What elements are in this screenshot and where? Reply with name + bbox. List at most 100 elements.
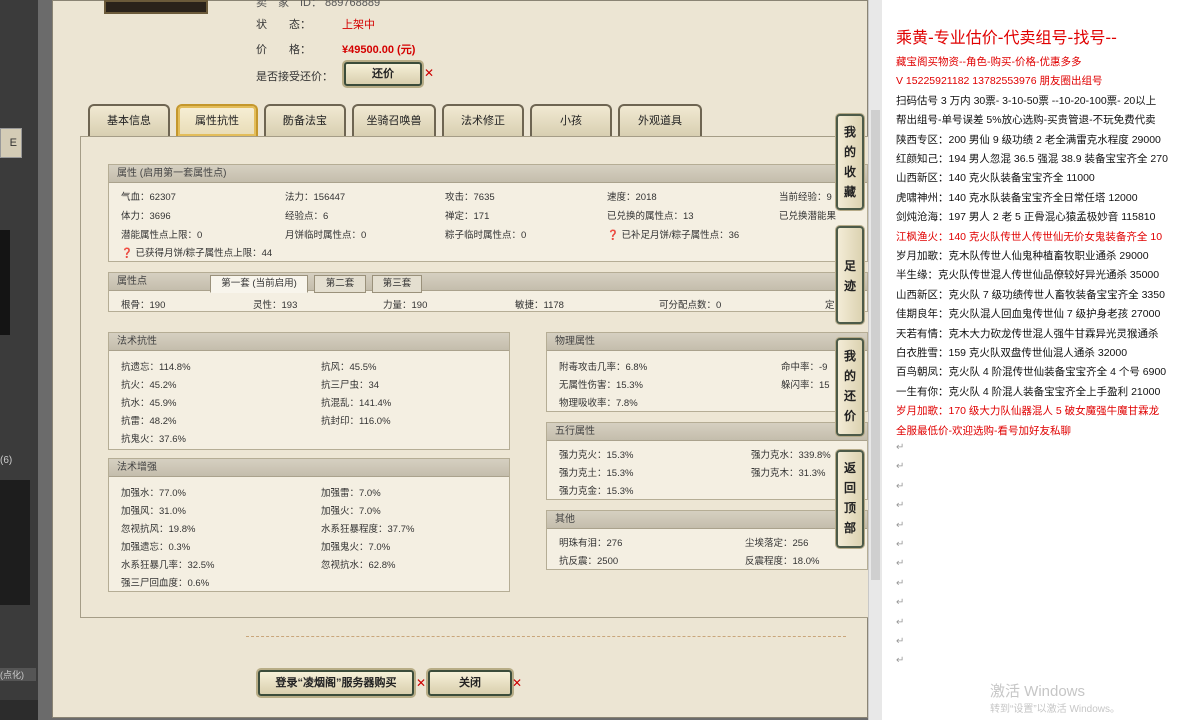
doc-line: 全服最低价-欢迎选购-看号加好友私聊 [896, 424, 1071, 437]
price-value: ¥49500.00 (元) [342, 44, 416, 56]
stat-cell: 强力克土：15.3% [559, 468, 634, 479]
paragraph-mark-icon: ↵ [896, 461, 905, 473]
stat-cell: 反震程度：18.0% [745, 556, 820, 567]
tab-mount-summon[interactable]: 坐骑召唤兽 [352, 104, 436, 136]
attr-cell: 法力：156447 [285, 192, 346, 203]
paragraph-mark-icon: ↵ [896, 519, 905, 531]
paragraph-mark-icon: ↵ [896, 636, 905, 647]
my-favorites-button[interactable]: 我的收藏 [836, 114, 864, 210]
doc-line: 红颜知己：194 男人忽混 36.5 强混 38.9 装备宝宝齐全 270 [896, 153, 1168, 165]
activation-watermark: 激活 Windows [990, 683, 1086, 700]
stat-cell: 抗火：45.2% [121, 380, 177, 391]
doc-line: 白衣胜雪：159 克火队双盘传世仙混人通杀 32000 [896, 347, 1128, 359]
close-icon[interactable]: ✕ [424, 66, 434, 80]
attr-cell: 体力：3696 [121, 211, 171, 222]
stat-cell: 忽视抗水：62.8% [321, 560, 396, 571]
stat-cell: 抗雷：48.2% [121, 416, 177, 427]
point-cell: 定 [825, 300, 835, 311]
background-image [0, 230, 10, 335]
close-icon[interactable]: ✕ [512, 676, 522, 690]
doc-line: V 15225921182 13782553976 朋友圈出组号 [896, 75, 1103, 88]
spell-resistance-panel: 法术抗性 抗遗忘：114.8% 抗火：45.2% 抗水：45.9% 抗雷：48.… [108, 332, 510, 450]
doc-line: 岁月加歌：170 级大力队仙器混人 5 破女魔强牛魔甘霖龙 [896, 405, 1160, 418]
vertical-scrollbar[interactable] [868, 0, 882, 720]
back-to-top-button[interactable]: 返回顶部 [836, 450, 864, 548]
point-cell: 可分配点数：0 [659, 300, 722, 311]
stat-cell: 抗三尸虫：34 [321, 380, 380, 391]
price-label: 价 格： [256, 44, 311, 56]
stat-cell: 抗混乱：141.4% [321, 398, 392, 409]
background-tab[interactable]: E [0, 128, 22, 158]
close-button[interactable]: 关闭 [428, 670, 512, 696]
stat-cell: 无属性伤害：15.3% [559, 380, 643, 391]
help-icon[interactable]: ❓ [607, 230, 619, 241]
tab-child[interactable]: 小孩 [530, 104, 612, 136]
stat-cell: 抗反震：2500 [559, 556, 619, 567]
my-counter-offers-button[interactable]: 我的还价 [836, 338, 864, 436]
counter-offer-button[interactable]: 还价 [344, 62, 422, 86]
tab-appearance-items[interactable]: 外观道具 [618, 104, 702, 136]
attr-cell: 经验点：6 [285, 211, 329, 222]
tab-equipment-treasure[interactable]: 防备法宝 [264, 104, 346, 136]
buy-on-server-button[interactable]: 登录“凌烟阁”服务器购买 [258, 670, 414, 696]
stat-cell: 明珠有泪：276 [559, 538, 623, 549]
close-icon[interactable]: ✕ [416, 676, 426, 690]
doc-line: 半生缘：克火队传世混人传世仙品僚较好异光通杀 35000 [896, 269, 1160, 282]
panel-header: 物理属性 [547, 333, 867, 351]
paragraph-mark-icon: ↵ [896, 616, 905, 628]
doc-line: 岁月加歌：克木队传世人仙鬼种植畜牧职业通杀 29000 [896, 250, 1149, 262]
activation-watermark-hint: 转到“设置”以激活 Windows。 [990, 704, 1121, 715]
subtab-set-3[interactable]: 第三套 [372, 275, 422, 293]
point-cell: 力量：190 [383, 300, 428, 311]
background-footer [0, 700, 38, 720]
tab-spell-correction[interactable]: 法术修正 [442, 104, 524, 136]
background-window-strip: E (6) (点化) [0, 0, 38, 720]
attr-cell: ❓ 已补足月饼/粽子属性点：36 [607, 230, 740, 241]
background-count: (6) [0, 455, 13, 466]
attr-cell: 粽子临时属性点：0 [445, 230, 527, 241]
stat-cell: 抗水：45.9% [121, 398, 177, 409]
doc-line: 陕西专区：200 男仙 9 级功绩 2 老全满雷克水程度 29000 [896, 133, 1161, 146]
stat-cell: 加强火：7.0% [321, 506, 381, 517]
panel-header: 属性 (启用第一套属性点) [109, 165, 867, 183]
seller-id-partial: 卖 家 ID： 889768889 [256, 0, 381, 9]
stat-cell: 强力克火：15.3% [559, 450, 634, 461]
text-document: 乘黄-专业估价-代卖组号-找号-- 藏宝阁买物资--角色-购买-价格-优惠多多 V… [882, 0, 1188, 720]
stat-cell: 尘埃落定：256 [745, 538, 809, 549]
doc-line: 天若有情：克木大力砍龙传世混人强牛甘霖异光灵猴通杀 [896, 327, 1159, 340]
panel-header: 五行属性 [547, 423, 867, 441]
tab-attributes-resistance[interactable]: 属性抗性 [176, 104, 258, 136]
stat-cell: 物理吸收率：7.8% [559, 398, 638, 409]
doc-line: 剑炖沧海：197 男人 2 老 5 正骨混心猿孟极妙音 115810 [896, 211, 1156, 224]
panel-header: 法术增强 [109, 459, 509, 477]
doc-line: 虎啸神州：140 克水队装备宝宝齐全日常任塔 12000 [896, 191, 1138, 204]
subtab-set-1[interactable]: 第一套 (当前启用) [210, 275, 308, 293]
stat-cell: 强力克水：339.8% [751, 450, 831, 461]
help-icon[interactable]: ❓ [121, 248, 133, 259]
subtab-set-2[interactable]: 第二套 [314, 275, 366, 293]
attr-cell: 气血：62307 [121, 192, 176, 203]
attr-note: ❓ 已获得月饼/粽子属性点上限：44 [121, 248, 273, 259]
background-label: (点化) [0, 668, 36, 681]
background-image-2 [0, 480, 30, 605]
footprints-button[interactable]: 足迹 [836, 226, 864, 324]
attr-cell: 攻击：7635 [445, 192, 495, 203]
doc-title: 乘黄-专业估价-代卖组号-找号-- [896, 28, 1117, 47]
attr-cell: 潜能属性点上限：0 [121, 230, 203, 241]
paragraph-mark-icon: ↵ [896, 558, 905, 570]
mouse-pointer-icon: ☝ [282, 112, 291, 128]
scrollbar-thumb[interactable] [871, 110, 880, 580]
stat-cell: 水系狂暴几率：32.5% [121, 560, 215, 571]
stat-cell: 强力克金：15.3% [559, 486, 634, 497]
tab-basic-info[interactable]: 基本信息 [88, 104, 170, 136]
doc-line: 山西新区：克火队 7 级功绩传世人畜牧装备宝宝齐全 3350 [896, 288, 1165, 301]
point-cell: 灵性：193 [253, 300, 298, 311]
stat-cell: 强力克木：31.3% [751, 468, 826, 479]
attr-cell: 月饼临时属性点：0 [285, 230, 367, 241]
panel-header: 法术抗性 [109, 333, 509, 351]
stat-cell: 抗遗忘：114.8% [121, 362, 191, 373]
stat-cell: 强三尸回血度：0.6% [121, 578, 210, 589]
stat-cell: 加强水：77.0% [121, 488, 186, 499]
attr-cell: 速度：2018 [607, 192, 657, 203]
stat-cell: 忽视抗风：19.8% [121, 524, 196, 535]
